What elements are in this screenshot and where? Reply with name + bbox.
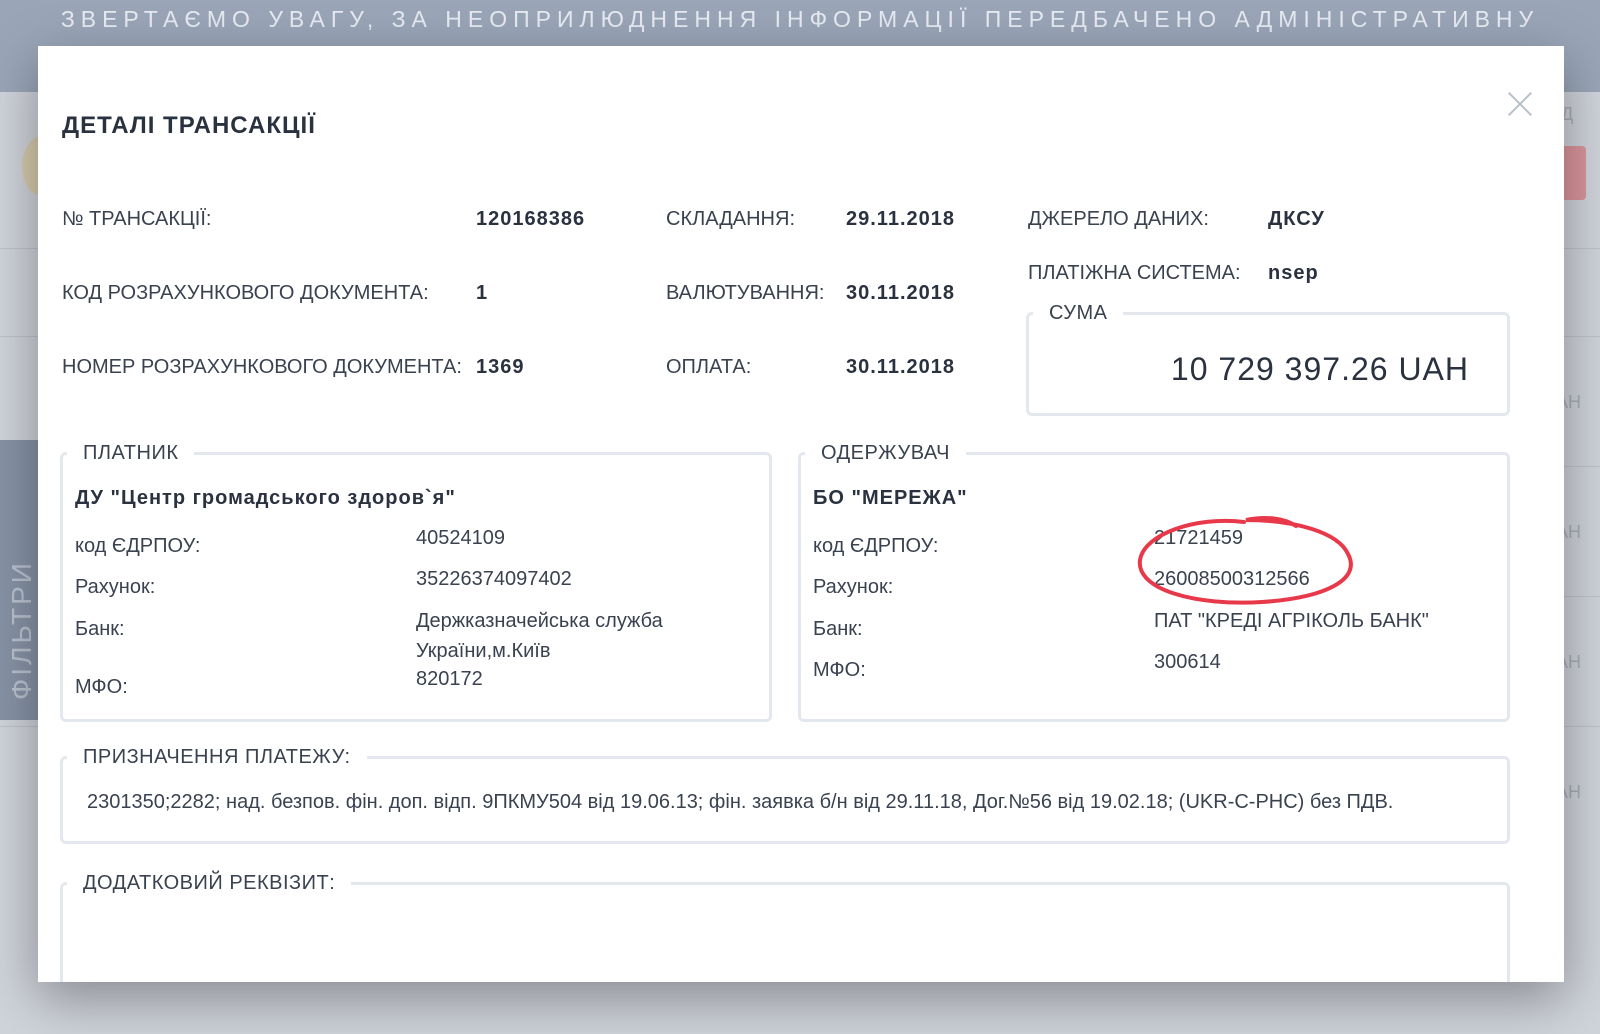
payer-account-label: Рахунок:: [75, 576, 156, 598]
receiver-edrpou-label: код ЄДРПОУ:: [813, 535, 939, 557]
sum-label: СУМА: [1049, 302, 1108, 324]
sum-box: СУМА 10 729 397.26 UAH: [1026, 302, 1510, 416]
payer-account-value: 35226374097402: [416, 568, 572, 590]
receiver-account-label: Рахунок:: [813, 576, 894, 598]
data-source-label: ДЖЕРЕЛО ДАНИХ:: [1028, 208, 1209, 230]
payer-edrpou-label: код ЄДРПОУ:: [75, 535, 201, 557]
doc-code-value: 1: [476, 282, 489, 304]
modal-title: ДЕТАЛІ ТРАНСАКЦІЇ: [62, 112, 316, 139]
additional-requisite-box: ДОДАТКОВИЙ РЕКВІЗИТ:: [60, 872, 1510, 982]
transaction-number-value: 120168386: [476, 208, 586, 230]
doc-number-value: 1369: [476, 356, 525, 378]
payment-date-label: ОПЛАТА:: [666, 356, 752, 378]
payer-name: ДУ "Центр громадського здоров`я": [75, 487, 456, 509]
created-date-value: 29.11.2018: [846, 208, 955, 230]
doc-code-label: КОД РОЗРАХУНКОВОГО ДОКУМЕНТА:: [62, 282, 429, 304]
transaction-number-label: № ТРАНСАКЦІЇ:: [62, 208, 212, 230]
payment-purpose-text: 2301350;2282; над. безпов. фін. доп. від…: [87, 791, 1394, 813]
receiver-bank-label: Банк:: [813, 618, 863, 640]
payer-edrpou-value: 40524109: [416, 527, 505, 549]
value-date-value: 30.11.2018: [846, 282, 955, 304]
payer-legend: ПЛАТНИК: [83, 442, 179, 464]
filters-tab-label: ФІЛЬТРИ: [6, 560, 37, 700]
payment-date-value: 30.11.2018: [846, 356, 955, 378]
payer-bank-value: Держказначейська служба України,м.Київ: [416, 610, 663, 662]
receiver-name: БО "МЕРЕЖА": [813, 487, 968, 509]
payment-system-label: ПЛАТІЖНА СИСТЕМА:: [1028, 262, 1241, 284]
sum-amount: 10 729 397.26 UAH: [1170, 351, 1469, 387]
receiver-mfo-value: 300614: [1154, 651, 1221, 673]
receiver-account-value: 26008500312566: [1154, 568, 1310, 590]
receiver-box: ОДЕРЖУВАЧ БО "МЕРЕЖА" код ЄДРПОУ: 217214…: [798, 442, 1510, 722]
receiver-legend: ОДЕРЖУВАЧ: [821, 442, 951, 464]
close-icon[interactable]: [1502, 86, 1538, 122]
additional-requisite-legend: ДОДАТКОВИЙ РЕКВІЗИТ:: [83, 872, 336, 894]
value-date-label: ВАЛЮТУВАННЯ:: [666, 282, 825, 304]
data-source-value: ДКСУ: [1268, 208, 1325, 230]
receiver-bank-value: ПАТ "КРЕДІ АГРІКОЛЬ БАНК": [1154, 610, 1429, 632]
payment-purpose-box: ПРИЗНАЧЕННЯ ПЛАТЕЖУ: 2301350;2282; над. …: [60, 746, 1510, 844]
payer-box: ПЛАТНИК ДУ "Центр громадського здоров`я"…: [60, 442, 772, 722]
doc-number-label: НОМЕР РОЗРАХУНКОВОГО ДОКУМЕНТА:: [62, 356, 462, 378]
transaction-details-modal: ДЕТАЛІ ТРАНСАКЦІЇ № ТРАНСАКЦІЇ: 12016838…: [38, 46, 1564, 982]
payment-system-value: nsep: [1268, 262, 1319, 284]
payer-bank-label: Банк:: [75, 618, 125, 640]
receiver-edrpou-value: 21721459: [1154, 527, 1243, 549]
payment-purpose-legend: ПРИЗНАЧЕННЯ ПЛАТЕЖУ:: [83, 746, 351, 768]
payer-mfo-label: МФО:: [75, 676, 128, 698]
created-date-label: СКЛАДАННЯ:: [666, 208, 795, 230]
receiver-mfo-label: МФО:: [813, 659, 866, 681]
payer-mfo-value: 820172: [416, 668, 483, 690]
warning-banner-text: ЗВЕРТАЄМО УВАГУ, ЗА НЕОПРИЛЮДНЕННЯ ІНФОР…: [60, 6, 1540, 32]
